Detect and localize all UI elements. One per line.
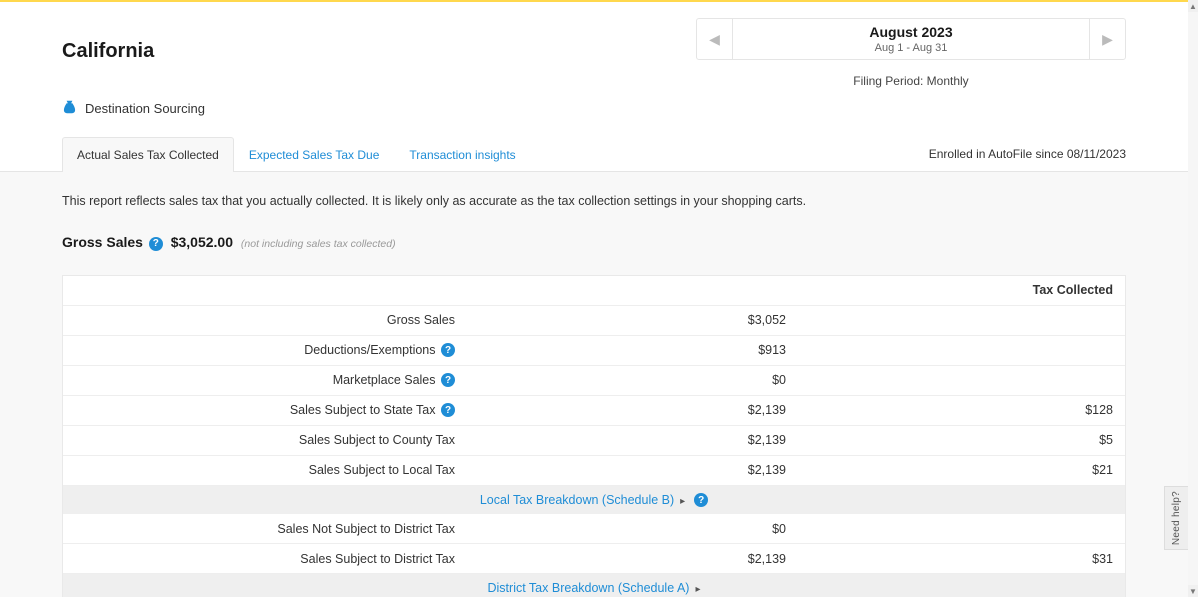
- scrollbar-track[interactable]: [1188, 12, 1198, 585]
- row-amount: $2,139: [463, 546, 794, 572]
- sourcing-label: Destination Sourcing: [85, 101, 205, 116]
- table-row: Sales Subject to State Tax ? $2,139 $128: [63, 396, 1125, 426]
- district-tax-breakdown-link[interactable]: District Tax Breakdown (Schedule A)▸: [488, 581, 701, 595]
- row-tax: [794, 523, 1125, 535]
- table-row: Gross Sales $3,052: [63, 306, 1125, 336]
- local-tax-breakdown-link[interactable]: Local Tax Breakdown (Schedule B)▸: [480, 493, 685, 507]
- date-main-label: August 2023: [733, 23, 1089, 41]
- table-row: Sales Not Subject to District Tax $0: [63, 514, 1125, 544]
- date-block: ◀ August 2023 Aug 1 - Aug 31 ▶ Filing Pe…: [696, 18, 1126, 88]
- row-tax: [794, 344, 1125, 356]
- date-next-button[interactable]: ▶: [1089, 19, 1125, 59]
- row-label: Sales Subject to County Tax: [63, 427, 463, 453]
- help-icon[interactable]: ?: [441, 403, 455, 417]
- need-help-label: Need help?: [1171, 491, 1182, 545]
- date-display[interactable]: August 2023 Aug 1 - Aug 31: [733, 19, 1089, 59]
- table-row: Sales Subject to County Tax $2,139 $5: [63, 426, 1125, 456]
- row-tax: [794, 314, 1125, 326]
- gross-sales-amount: $3,052.00: [171, 234, 233, 250]
- tab-transaction-insights[interactable]: Transaction insights: [394, 137, 530, 172]
- table-row: Marketplace Sales ? $0: [63, 366, 1125, 396]
- row-amount: $2,139: [463, 397, 794, 423]
- help-icon[interactable]: ?: [149, 237, 163, 251]
- need-help-tab[interactable]: Need help?: [1164, 486, 1188, 550]
- scrollbar-down[interactable]: ▼: [1188, 585, 1198, 597]
- help-icon[interactable]: ?: [441, 343, 455, 357]
- table-header-blank1: [63, 284, 463, 296]
- row-label: Sales Subject to State Tax ?: [63, 397, 463, 424]
- date-navigator: ◀ August 2023 Aug 1 - Aug 31 ▶: [696, 18, 1126, 60]
- svg-text:$: $: [68, 106, 72, 113]
- page-scroll[interactable]: California ◀ August 2023 Aug 1 - Aug 31 …: [0, 0, 1188, 597]
- money-bag-icon: $: [62, 99, 77, 119]
- row-amount: $0: [463, 516, 794, 542]
- row-label: Sales Subject to Local Tax: [63, 457, 463, 483]
- tabs-row: Actual Sales Tax Collected Expected Sale…: [0, 136, 1188, 172]
- gross-sales-note: (not including sales tax collected): [241, 238, 396, 250]
- gross-sales-label: Gross Sales: [62, 234, 143, 250]
- row-tax: $128: [794, 397, 1125, 423]
- caret-right-icon: ▸: [695, 584, 700, 595]
- caret-right-icon: ▸: [680, 496, 685, 507]
- row-label: Gross Sales: [63, 307, 463, 333]
- tab-actual-sales-tax[interactable]: Actual Sales Tax Collected: [62, 137, 234, 172]
- row-label: Sales Not Subject to District Tax: [63, 516, 463, 542]
- chevron-left-icon: ◀: [709, 31, 720, 48]
- row-tax: $5: [794, 427, 1125, 453]
- row-amount: $913: [463, 337, 794, 363]
- row-label: Marketplace Sales ?: [63, 367, 463, 394]
- local-tax-breakdown-row: Local Tax Breakdown (Schedule B)▸ ?: [63, 486, 1125, 515]
- gross-sales-summary: Gross Sales ? $3,052.00 (not including s…: [62, 234, 1126, 251]
- date-prev-button[interactable]: ◀: [697, 19, 733, 59]
- table-row: Deductions/Exemptions ? $913: [63, 336, 1125, 366]
- help-icon[interactable]: ?: [441, 373, 455, 387]
- table-header-row: Tax Collected: [63, 276, 1125, 306]
- table-header-blank2: [463, 284, 794, 296]
- report-description: This report reflects sales tax that you …: [62, 194, 1126, 208]
- district-tax-breakdown-row: District Tax Breakdown (Schedule A)▸: [63, 574, 1125, 597]
- filing-period-label: Filing Period: Monthly: [696, 74, 1126, 88]
- sourcing-row: $ Destination Sourcing: [0, 88, 1188, 118]
- row-amount: $2,139: [463, 427, 794, 453]
- row-amount: $0: [463, 367, 794, 393]
- help-icon[interactable]: ?: [694, 493, 708, 507]
- row-tax: $21: [794, 457, 1125, 483]
- date-sub-label: Aug 1 - Aug 31: [733, 41, 1089, 55]
- row-tax: [794, 374, 1125, 386]
- tax-table: Tax Collected Gross Sales $3,052 Deducti…: [62, 275, 1126, 597]
- scrollbar-up[interactable]: ▲: [1188, 0, 1198, 12]
- row-label: Sales Subject to District Tax: [63, 546, 463, 572]
- content-area: This report reflects sales tax that you …: [0, 172, 1188, 597]
- tabs: Actual Sales Tax Collected Expected Sale…: [62, 136, 531, 171]
- row-tax: $31: [794, 546, 1125, 572]
- table-row: Sales Subject to District Tax $2,139 $31: [63, 544, 1125, 574]
- table-row: Sales Subject to Local Tax $2,139 $21: [63, 456, 1125, 486]
- autofile-status: Enrolled in AutoFile since 08/11/2023: [929, 147, 1126, 171]
- tab-expected-sales-tax[interactable]: Expected Sales Tax Due: [234, 137, 395, 172]
- table-header-tax: Tax Collected: [794, 277, 1125, 303]
- header: California ◀ August 2023 Aug 1 - Aug 31 …: [0, 2, 1188, 88]
- row-amount: $2,139: [463, 457, 794, 483]
- row-amount: $3,052: [463, 307, 794, 333]
- chevron-right-icon: ▶: [1102, 31, 1113, 48]
- page-title: California: [62, 40, 154, 63]
- row-label: Deductions/Exemptions ?: [63, 337, 463, 364]
